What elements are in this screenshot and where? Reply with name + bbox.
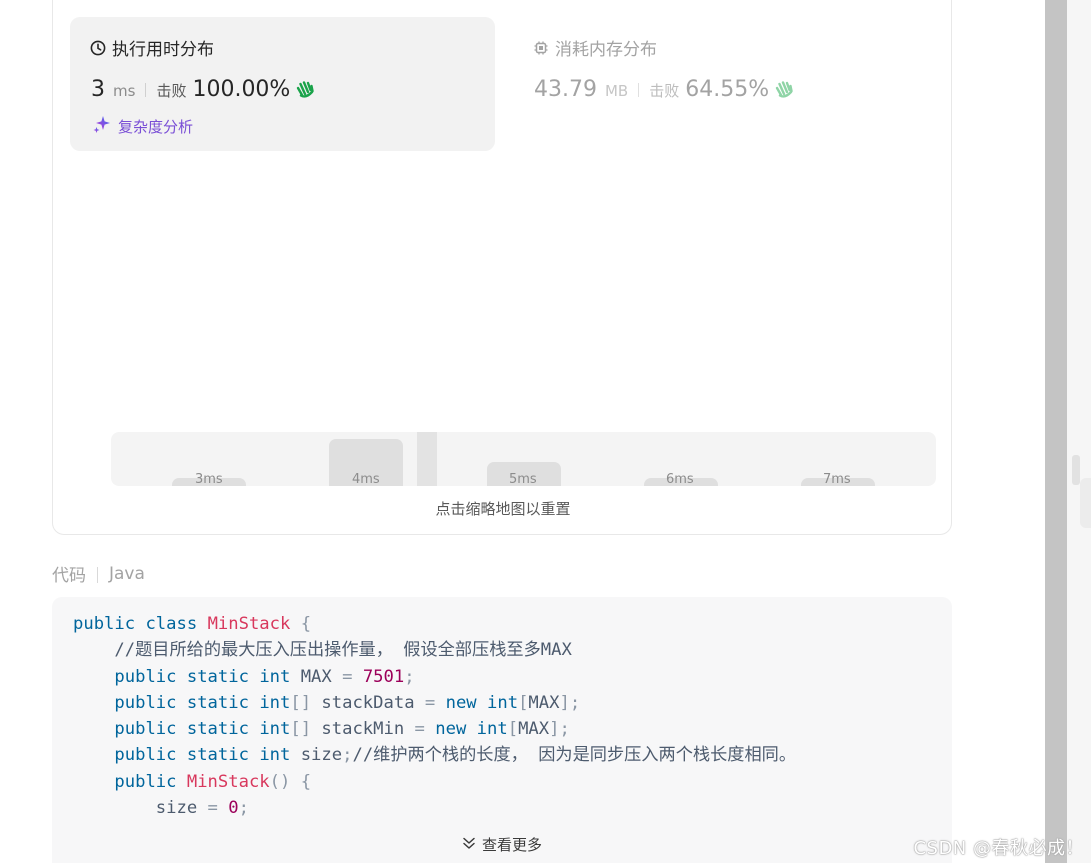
memory-beat-label: 击败: [649, 82, 680, 100]
splitter-handle[interactable]: [1072, 455, 1080, 485]
memory-stat: 43.79 MB 击败 64.55%: [534, 76, 794, 102]
chip-icon: [533, 40, 549, 56]
runtime-value: 3: [91, 77, 105, 102]
panel-edge-tab: [1080, 478, 1091, 528]
minimap-reset-hint: 点击缩略地图以重置: [435, 500, 571, 518]
show-more-label: 查看更多: [481, 836, 542, 854]
clapping-hands-icon: [295, 79, 315, 103]
sparkle-icon: [92, 114, 112, 138]
code-line: public static int[] stackMin = new int[M…: [114, 719, 570, 740]
clapping-hands-icon: [774, 79, 794, 103]
minimap-label-6ms: 6ms: [666, 472, 694, 486]
code-line: public static int[] stackData = new int[…: [114, 692, 581, 713]
side-panel-edge: [1067, 0, 1091, 863]
minimap-label-4ms: 4ms: [352, 472, 380, 486]
runtime-unit: ms: [113, 82, 136, 100]
watermark: CSDN @春秋必成！: [913, 838, 1084, 859]
double-chevron-down-icon: [462, 836, 476, 854]
code-line: public static int size;//维护两个栈的长度， 因为是同步…: [114, 745, 797, 766]
code-line: //题目所给的最大压入压出操作量， 假设全部压栈至多MAX: [114, 640, 572, 661]
memory-panel[interactable]: 消耗内存分布 43.79 MB 击败 64.55%: [513, 17, 933, 151]
code-content: public class MinStack { //题目所给的最大压入压出操作量…: [73, 611, 796, 821]
code-line: size = 0;: [73, 798, 249, 819]
code-line: public MinStack() {: [114, 771, 312, 792]
code-label-text: 代码: [52, 566, 86, 586]
code-block[interactable]: public class MinStack { //题目所给的最大压入压出操作量…: [52, 597, 952, 863]
runtime-panel[interactable]: 执行用时分布 3 ms 击败 100.00% 复杂度分析: [70, 17, 495, 151]
show-more-button[interactable]: 查看更多: [52, 834, 952, 855]
runtime-title-text: 执行用时分布: [112, 40, 214, 60]
runtime-stat: 3 ms 击败 100.00%: [91, 76, 315, 102]
code-language: Java: [109, 563, 145, 584]
clock-icon: [90, 40, 106, 56]
complexity-analysis-label: 复杂度分析: [118, 117, 194, 136]
runtime-title: 执行用时分布: [90, 35, 214, 60]
submission-result-card: 执行用时分布 3 ms 击败 100.00% 复杂度分析 消耗内存分布 43.7…: [52, 0, 952, 535]
divider: [638, 83, 640, 97]
runtime-beat-percent: 100.00%: [192, 77, 291, 102]
complexity-analysis-link[interactable]: 复杂度分析: [92, 114, 193, 138]
code-line: public class MinStack {: [73, 614, 312, 634]
divider: [97, 566, 98, 583]
distribution-minimap[interactable]: 3ms 4ms 5ms 6ms 7ms: [111, 432, 936, 486]
code-line: public static int MAX = 7501;: [114, 666, 415, 687]
minimap-label-3ms: 3ms: [195, 472, 223, 486]
runtime-beat-label: 击败: [156, 82, 187, 100]
memory-title: 消耗内存分布: [533, 35, 657, 60]
minimap-label-5ms: 5ms: [509, 472, 537, 486]
minimap-range-handle[interactable]: [417, 432, 437, 486]
memory-beat-percent: 64.55%: [685, 77, 770, 102]
divider: [145, 83, 147, 97]
scrollbar-track[interactable]: [1045, 0, 1067, 863]
memory-title-text: 消耗内存分布: [555, 40, 657, 60]
code-section-label: 代码 Java: [52, 561, 145, 587]
minimap-label-7ms: 7ms: [823, 472, 851, 486]
memory-value: 43.79: [534, 77, 597, 102]
memory-unit: MB: [604, 82, 629, 100]
